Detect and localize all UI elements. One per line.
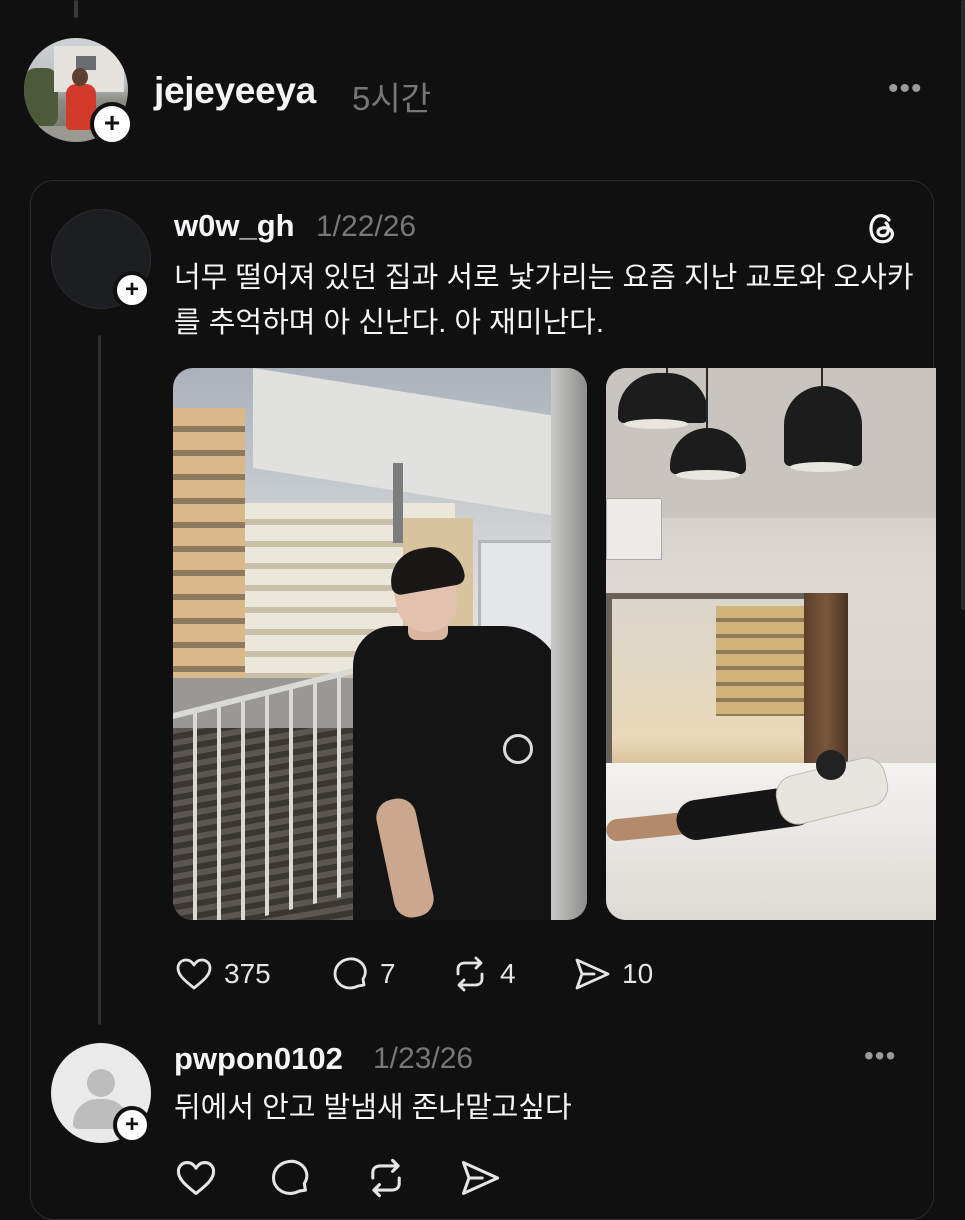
reply-more-options-button[interactable]: ••• [864, 1040, 896, 1072]
reply-share-icon[interactable] [458, 1156, 502, 1200]
post-photo-balcony[interactable] [173, 368, 587, 920]
thread-connector-top [74, 0, 78, 18]
repost-button[interactable]: 4 [450, 952, 516, 996]
repost-count: 4 [500, 958, 516, 989]
like-count: 375 [224, 958, 271, 989]
reply-repost-icon[interactable] [364, 1156, 408, 1200]
default-user-icon [87, 1069, 115, 1097]
threads-logo-icon[interactable] [862, 208, 902, 248]
author-username[interactable]: jejeyeeya [154, 70, 316, 112]
reply-author-username[interactable]: pwpon0102 [174, 1041, 343, 1077]
share-icon [575, 958, 610, 990]
quoted-post-date: 1/22/26 [316, 210, 417, 243]
quoted-post-text: 너무 떨어져 있던 집과 서로 낯가리는 요즘 지난 교토와 오사카를 추억하며… [174, 262, 914, 339]
heart-icon [176, 958, 212, 990]
post-photo-bedroom[interactable] [606, 368, 936, 920]
post-time: 5시간 [352, 80, 432, 117]
reply-date: 1/23/26 [373, 1042, 474, 1075]
follow-plus-button[interactable]: + [90, 102, 134, 146]
thread-connector-line [98, 335, 101, 1025]
repost-icon [456, 956, 484, 992]
share-count: 10 [622, 958, 654, 989]
reply-comment-icon[interactable] [268, 1156, 312, 1200]
like-button[interactable]: 375 [174, 952, 271, 996]
quoted-follow-plus-button[interactable]: + [113, 271, 151, 309]
share-button[interactable]: 10 [572, 952, 653, 996]
reply-count: 7 [380, 958, 396, 989]
reply-heart-icon[interactable] [174, 1156, 218, 1200]
reply-text: 뒤에서 안고 발냄새 존나맡고싶다 [174, 1092, 572, 1124]
more-options-button[interactable]: ••• [888, 72, 923, 106]
reply-button[interactable]: 7 [330, 952, 396, 996]
reply-follow-plus-button[interactable]: + [113, 1106, 151, 1144]
comment-icon [333, 957, 367, 990]
scrollbar[interactable] [961, 0, 965, 610]
quoted-author-username[interactable]: w0w_gh [174, 208, 295, 244]
